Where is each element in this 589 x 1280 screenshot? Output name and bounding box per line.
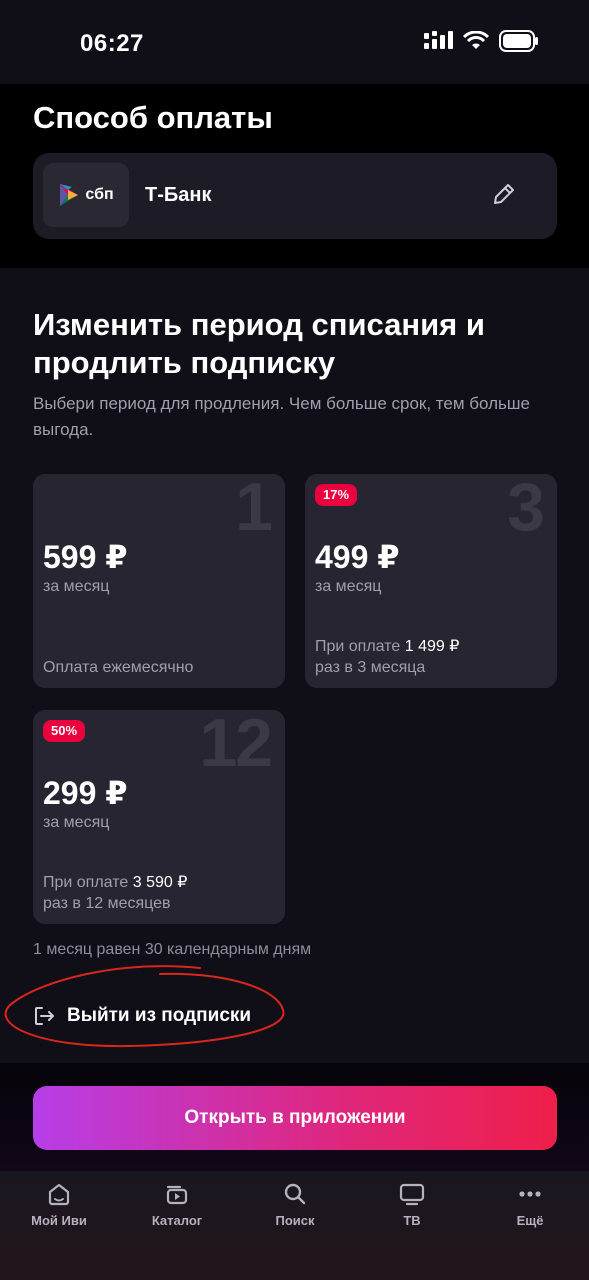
tab-my-ivi[interactable]: Мой Иви (9, 1179, 109, 1228)
tab-more[interactable]: Ещё (480, 1179, 580, 1228)
plan-note: При оплате 1 499 ₽ раз в 3 месяца (315, 636, 459, 678)
tv-icon (399, 1183, 425, 1206)
plan-period: за месяц (315, 578, 382, 595)
payment-method-card[interactable]: сбп Т-Банк (33, 153, 557, 239)
logout-icon (35, 1007, 54, 1025)
plan-price: 599 ₽ (43, 539, 128, 575)
pencil-icon[interactable] (491, 181, 517, 207)
plan-months: 12 (199, 710, 273, 781)
tab-label: Мой Иви (31, 1213, 87, 1228)
plan-note: При оплате 3 590 ₽ раз в 12 месяцев (43, 872, 187, 914)
tab-label: Поиск (275, 1213, 315, 1228)
plan-card-1-month[interactable]: 1 599 ₽ за месяц Оплата ежемесячно (33, 474, 285, 688)
plan-note-prefix: При оплате (315, 638, 401, 655)
home-icon (48, 1183, 70, 1206)
plan-note-amount: 1 499 ₽ (404, 638, 460, 655)
bottom-tab-bar: Мой Иви Каталог Поиск ТВ Ещё (0, 1171, 589, 1280)
plan-note-suffix: раз в 3 месяца (315, 659, 426, 676)
renew-title: Изменить период списания и продлить подп… (33, 307, 485, 380)
plan-price: 299 ₽ (43, 775, 128, 811)
plan-months: 3 (507, 474, 545, 545)
sbp-logo-text: сбп (85, 186, 114, 203)
sbp-logo: сбп (43, 163, 129, 227)
signal-icon (424, 31, 453, 49)
tab-search[interactable]: Поиск (245, 1179, 345, 1228)
plan-months: 1 (235, 474, 273, 545)
discount-badge: 17% (315, 484, 358, 506)
plan-card-3-months[interactable]: 3 17% 499 ₽ за месяц При оплате 1 499 ₽ … (305, 474, 557, 688)
open-in-app-button[interactable]: Открыть в приложении (33, 1086, 557, 1150)
plan-note-suffix: раз в 12 месяцев (43, 895, 171, 912)
tab-tv[interactable]: ТВ (362, 1179, 462, 1228)
tab-label: Каталог (151, 1213, 203, 1228)
tab-label: Ещё (516, 1213, 544, 1228)
status-bar: 06:27 (0, 0, 589, 84)
sbp-logo-icon (60, 184, 79, 206)
plan-note-prefix: При оплате (43, 874, 129, 891)
tab-label: ТВ (403, 1213, 421, 1228)
status-icons (423, 30, 539, 52)
leave-subscription-label: Выйти из подписки (67, 1005, 252, 1026)
battery-icon (499, 30, 538, 52)
payment-title: Способ оплаты (33, 100, 273, 135)
catalog-icon (166, 1185, 188, 1205)
plan-note-amount: 3 590 ₽ (132, 874, 188, 891)
plan-price: 499 ₽ (315, 539, 400, 575)
status-time: 06:27 (80, 30, 144, 57)
plan-period: за месяц (43, 814, 110, 831)
plan-period: за месяц (43, 578, 110, 595)
search-icon (284, 1183, 306, 1205)
plan-card-12-months[interactable]: 12 50% 299 ₽ за месяц При оплате 3 590 ₽… (33, 710, 285, 924)
discount-badge: 50% (43, 720, 86, 742)
wifi-icon (463, 31, 489, 49)
period-footnote: 1 месяц равен 30 календарным дням (33, 941, 312, 958)
plan-note: Оплата ежемесячно (43, 659, 194, 676)
renew-subtitle: Выбери период для продления. Чем больше … (33, 394, 530, 439)
more-icon (519, 1191, 541, 1197)
leave-subscription-button[interactable]: Выйти из подписки (33, 1005, 251, 1027)
bank-name: Т-Банк (145, 184, 212, 206)
tab-catalog[interactable]: Каталог (127, 1179, 227, 1228)
